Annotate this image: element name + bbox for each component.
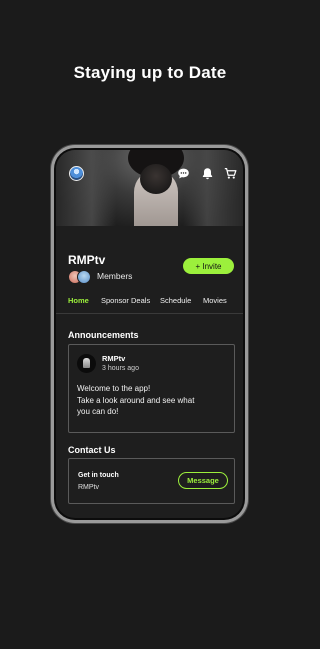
page-headline: Staying up to Date [73, 63, 227, 82]
profile-avatar[interactable] [69, 166, 84, 181]
invite-button[interactable]: + Invite [183, 258, 234, 274]
post-line: Take a look around and see what [77, 395, 195, 405]
chat-icon[interactable] [177, 167, 190, 180]
cover-photo [56, 150, 243, 226]
top-bar [64, 166, 237, 182]
tab-schedule[interactable]: Schedule [160, 296, 191, 305]
tab-bar: Home Sponsor Deals Schedule Movies [68, 296, 243, 308]
members-label: Members [97, 271, 133, 281]
contact-name: RMPtv [78, 484, 99, 491]
announcement-post[interactable]: RMPtv 3 hours ago Welcome to the app! Ta… [68, 344, 235, 433]
post-line: Welcome to the app! [77, 384, 151, 393]
app-screen: RMPtv Members + Invite Home Sponsor Deal… [56, 150, 243, 518]
post-timestamp: 3 hours ago [102, 365, 139, 372]
cart-icon[interactable] [224, 167, 237, 180]
member-avatar [77, 270, 91, 284]
message-button[interactable]: Message [178, 472, 228, 489]
tab-home[interactable]: Home [68, 296, 89, 305]
contact-label: Get in touch [78, 472, 119, 479]
contact-title: Contact Us [68, 445, 116, 455]
tab-divider [56, 313, 243, 314]
post-author: RMPtv [102, 354, 126, 363]
announcements-title: Announcements [68, 330, 139, 340]
contact-card: Get in touch RMPtv Message [68, 458, 235, 504]
tab-sponsor-deals[interactable]: Sponsor Deals [101, 296, 150, 305]
phone-bezel: RMPtv Members + Invite Home Sponsor Deal… [54, 148, 245, 520]
post-line: you can do! [77, 407, 119, 416]
post-author-avatar [77, 354, 96, 373]
post-body: Welcome to the app! Take a look around a… [77, 383, 227, 418]
phone-frame: RMPtv Members + Invite Home Sponsor Deal… [51, 145, 248, 523]
tab-movies[interactable]: Movies [203, 296, 227, 305]
bell-icon[interactable] [201, 167, 214, 180]
group-name: RMPtv [68, 253, 106, 267]
